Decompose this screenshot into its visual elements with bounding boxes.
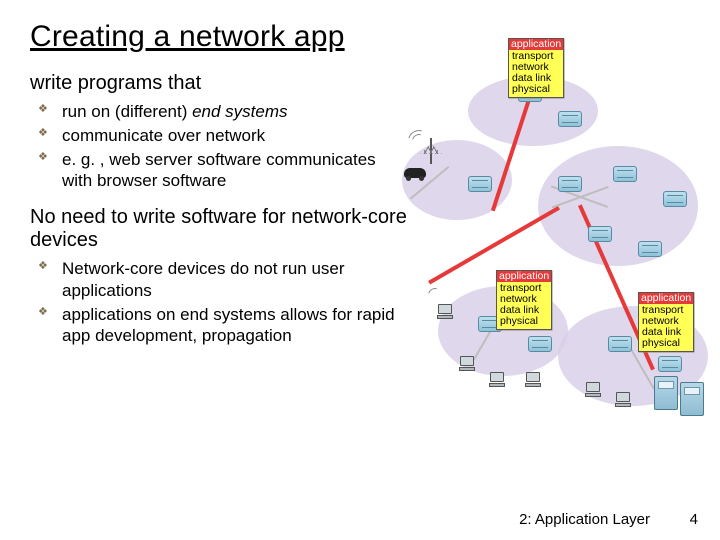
- network-diagram: application transport network data link …: [408, 56, 708, 456]
- protocol-stack-label: application transport network data link …: [508, 38, 564, 98]
- stack-layer: physical: [512, 83, 550, 95]
- stack-layer: physical: [642, 337, 680, 349]
- stack-layer-app: application: [497, 271, 551, 282]
- router-icon: [468, 176, 492, 192]
- section-2-heading: No need to write software for network-co…: [30, 206, 410, 252]
- stack-layer: physical: [500, 315, 538, 327]
- footer-page-number: 4: [690, 511, 698, 528]
- router-icon: [588, 226, 612, 242]
- list-item: Network-core devices do not run user app…: [58, 258, 410, 302]
- router-icon: [613, 166, 637, 182]
- pc-icon: [436, 304, 454, 322]
- stack-layer-app: application: [639, 293, 693, 304]
- server-icon: [654, 376, 678, 410]
- pc-icon: [488, 372, 506, 390]
- list-text-em: end systems: [192, 102, 287, 121]
- list-text: applications on end systems allows for r…: [62, 305, 395, 346]
- pc-icon: [584, 382, 602, 400]
- text-content: write programs that run on (different) e…: [30, 72, 410, 347]
- footer-chapter: 2: Application Layer: [519, 511, 650, 528]
- stack-layer-app: application: [509, 39, 563, 50]
- wireless-signal-icon: [425, 285, 444, 304]
- list-text: Network-core devices do not run user app…: [62, 259, 345, 300]
- car-icon: [404, 168, 426, 178]
- pc-icon: [458, 356, 476, 374]
- pc-icon: [614, 392, 632, 410]
- section-1-heading: write programs that: [30, 72, 410, 95]
- router-icon: [528, 336, 552, 352]
- pc-icon: [524, 372, 542, 390]
- slide-title: Creating a network app: [30, 20, 720, 54]
- router-icon: [608, 336, 632, 352]
- slide: Creating a network app write programs th…: [0, 0, 720, 540]
- list-item: e. g. , web server software communicates…: [58, 149, 410, 193]
- section-2-list: Network-core devices do not run user app…: [30, 258, 410, 347]
- list-text: communicate over network: [62, 126, 265, 145]
- router-icon: [558, 111, 582, 127]
- list-item: applications on end systems allows for r…: [58, 304, 410, 348]
- protocol-stack-label: application transport network data link …: [496, 270, 552, 330]
- section-1-list: run on (different) end systems communica…: [30, 101, 410, 192]
- router-icon: [638, 241, 662, 257]
- list-text: run on (different): [62, 102, 192, 121]
- list-item: communicate over network: [58, 125, 410, 147]
- list-item: run on (different) end systems: [58, 101, 410, 123]
- router-icon: [663, 191, 687, 207]
- server-icon: [680, 382, 704, 416]
- router-icon: [658, 356, 682, 372]
- protocol-stack-label: application transport network data link …: [638, 292, 694, 352]
- router-icon: [558, 176, 582, 192]
- list-text: e. g. , web server software communicates…: [62, 150, 376, 191]
